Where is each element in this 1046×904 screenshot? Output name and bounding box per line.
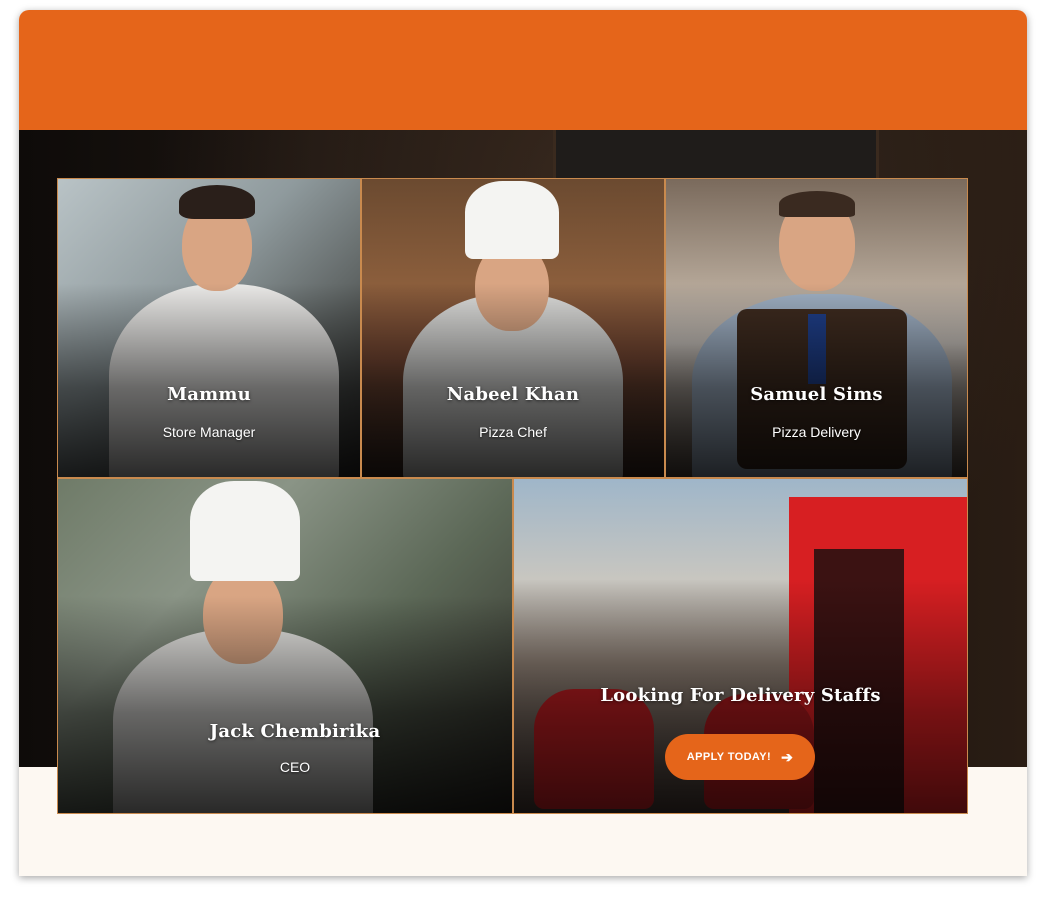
team-card-nabeel-khan[interactable]: Nabeel Khan Pizza Chef bbox=[361, 178, 665, 478]
team-card-mammu[interactable]: Mammu Store Manager bbox=[57, 178, 361, 478]
team-grid: Mammu Store Manager Nabeel Khan Pizza Ch… bbox=[57, 178, 968, 814]
recruitment-title: Looking For Delivery Staffs bbox=[600, 685, 881, 706]
team-card-jack-chembirika[interactable]: Jack Chembirika CEO bbox=[57, 478, 513, 814]
team-member-name: Samuel Sims bbox=[750, 384, 883, 405]
team-member-role: Pizza Chef bbox=[479, 424, 547, 440]
team-member-name: Mammu bbox=[167, 384, 251, 405]
team-member-role: CEO bbox=[279, 759, 311, 775]
arrow-right-icon: ➔ bbox=[781, 748, 794, 765]
team-member-name: Jack Chembirika bbox=[209, 721, 381, 742]
orange-header-bar bbox=[19, 10, 1027, 130]
apply-today-button[interactable]: APPLY TODAY! ➔ bbox=[665, 734, 815, 780]
apply-button-label: APPLY TODAY! bbox=[686, 751, 772, 763]
team-member-name: Nabeel Khan bbox=[446, 384, 580, 405]
recruitment-card: Looking For Delivery Staffs APPLY TODAY!… bbox=[513, 478, 968, 814]
team-member-role: Store Manager bbox=[162, 424, 256, 440]
team-card-samuel-sims[interactable]: Samuel Sims Pizza Delivery bbox=[665, 178, 968, 478]
chalkboard-decoration bbox=[553, 130, 879, 181]
team-member-role: Pizza Delivery bbox=[772, 424, 861, 440]
